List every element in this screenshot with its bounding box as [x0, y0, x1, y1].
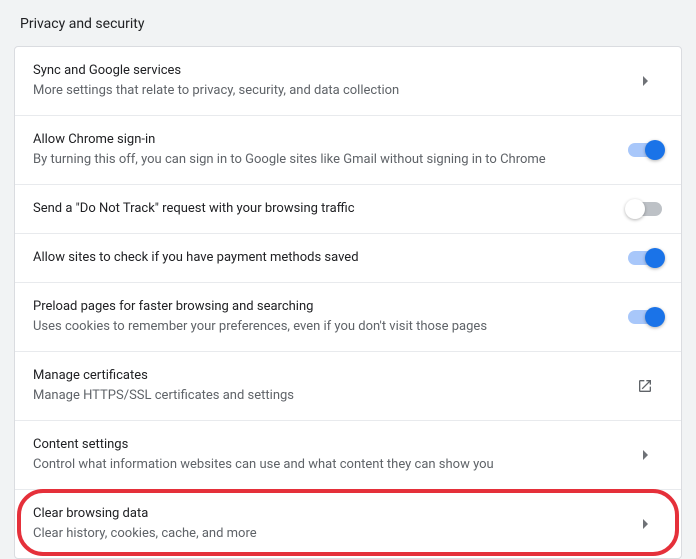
row-text: Send a "Do Not Track" request with your … [33, 200, 627, 218]
row-subtitle: Manage HTTPS/SSL certificates and settin… [33, 387, 613, 405]
row-subtitle: Uses cookies to remember your preference… [33, 318, 613, 336]
row-text: Manage certificates Manage HTTPS/SSL cer… [33, 367, 627, 405]
chevron-right-icon [627, 76, 663, 86]
toggle-preload-pages[interactable] [628, 310, 662, 324]
row-do-not-track[interactable]: Send a "Do Not Track" request with your … [15, 185, 681, 234]
row-preload-pages[interactable]: Preload pages for faster browsing and se… [15, 283, 681, 352]
row-text: Clear browsing data Clear history, cooki… [33, 505, 627, 543]
row-subtitle: More settings that relate to privacy, se… [33, 82, 613, 100]
row-text: Allow sites to check if you have payment… [33, 249, 627, 267]
row-text: Allow Chrome sign-in By turning this off… [33, 131, 627, 169]
row-title: Send a "Do Not Track" request with your … [33, 200, 613, 218]
chevron-right-icon [627, 450, 663, 460]
section-title: Privacy and security [20, 16, 682, 32]
row-title: Content settings [33, 436, 613, 454]
toggle-payment-methods[interactable] [628, 251, 662, 265]
toggle-do-not-track[interactable] [628, 202, 662, 216]
row-subtitle: Control what information websites can us… [33, 456, 613, 474]
row-manage-certificates[interactable]: Manage certificates Manage HTTPS/SSL cer… [15, 352, 681, 421]
row-title: Allow Chrome sign-in [33, 131, 613, 149]
toggle-allow-chrome-signin[interactable] [628, 143, 662, 157]
settings-card: Sync and Google services More settings t… [14, 46, 682, 559]
row-sync-google-services[interactable]: Sync and Google services More settings t… [15, 47, 681, 116]
row-content-settings[interactable]: Content settings Control what informatio… [15, 421, 681, 490]
row-title: Sync and Google services [33, 62, 613, 80]
row-allow-chrome-signin[interactable]: Allow Chrome sign-in By turning this off… [15, 116, 681, 185]
chevron-right-icon [627, 519, 663, 529]
row-clear-browsing-data[interactable]: Clear browsing data Clear history, cooki… [15, 490, 681, 558]
row-text: Preload pages for faster browsing and se… [33, 298, 627, 336]
row-title: Manage certificates [33, 367, 613, 385]
row-title: Allow sites to check if you have payment… [33, 249, 613, 267]
row-text: Content settings Control what informatio… [33, 436, 627, 474]
row-title: Preload pages for faster browsing and se… [33, 298, 613, 316]
row-text: Sync and Google services More settings t… [33, 62, 627, 100]
row-subtitle: By turning this off, you can sign in to … [33, 151, 613, 169]
row-title: Clear browsing data [33, 505, 613, 523]
row-subtitle: Clear history, cookies, cache, and more [33, 525, 613, 543]
row-payment-methods[interactable]: Allow sites to check if you have payment… [15, 234, 681, 283]
external-link-icon [627, 378, 663, 394]
